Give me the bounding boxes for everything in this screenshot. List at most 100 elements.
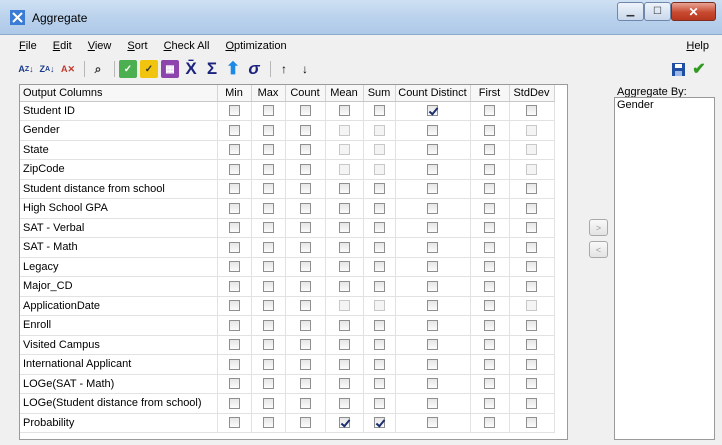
mean-checkbox[interactable] [338, 397, 350, 409]
stddev-icon[interactable]: σ [245, 59, 263, 78]
mean-checkbox[interactable] [338, 202, 350, 214]
count-distinct-checkbox[interactable] [427, 241, 438, 253]
column-name-cell[interactable]: International Applicant [20, 354, 218, 375]
stddev-checkbox[interactable] [526, 319, 537, 331]
min-checkbox[interactable] [228, 124, 240, 136]
column-name-cell[interactable]: Probability [20, 413, 218, 433]
count-checkbox[interactable] [299, 241, 311, 253]
min-checkbox[interactable] [228, 300, 240, 312]
count-distinct-checkbox[interactable] [427, 124, 438, 136]
column-name-cell[interactable]: High School GPA [20, 198, 218, 219]
max-checkbox[interactable] [262, 417, 274, 429]
stddev-checkbox[interactable] [526, 358, 537, 370]
first-checkbox[interactable] [484, 358, 495, 370]
sum-checkbox[interactable] [373, 261, 385, 273]
first-checkbox[interactable] [484, 300, 495, 312]
sum-icon[interactable]: Σ [203, 59, 221, 78]
sum-checkbox[interactable] [373, 378, 385, 390]
menu-optimization[interactable]: Optimization [217, 40, 294, 52]
stddev-checkbox[interactable] [526, 261, 537, 273]
mean-checkbox[interactable] [338, 417, 350, 429]
sum-checkbox[interactable] [373, 339, 385, 351]
sort-ascending-icon[interactable]: A Z ↓ [17, 60, 35, 78]
min-checkbox[interactable] [228, 319, 240, 331]
stddev-checkbox[interactable] [526, 339, 537, 351]
save-icon[interactable] [669, 60, 687, 78]
column-name-cell[interactable]: Major_CD [20, 276, 218, 297]
menu-help[interactable]: Help [678, 40, 715, 52]
column-name-cell[interactable]: Gender [20, 120, 218, 141]
sum-checkbox[interactable] [373, 241, 385, 253]
count-distinct-checkbox[interactable] [427, 202, 438, 214]
first-checkbox[interactable] [484, 241, 495, 253]
count-checkbox[interactable] [299, 417, 311, 429]
count-checkbox[interactable] [299, 300, 311, 312]
first-checkbox[interactable] [484, 397, 495, 409]
min-checkbox[interactable] [228, 261, 240, 273]
first-checkbox[interactable] [484, 417, 495, 429]
min-checkbox[interactable] [228, 378, 240, 390]
mean-checkbox[interactable] [338, 261, 350, 273]
menu-file[interactable]: File [7, 40, 45, 52]
count-checkbox[interactable] [299, 202, 311, 214]
first-checkbox[interactable] [484, 183, 495, 195]
first-checkbox[interactable] [484, 261, 495, 273]
max-checkbox[interactable] [262, 144, 274, 156]
sum-checkbox[interactable] [373, 358, 385, 370]
first-checkbox[interactable] [484, 202, 495, 214]
stddev-checkbox[interactable] [526, 280, 537, 292]
max-checkbox[interactable] [262, 378, 274, 390]
mean-checkbox[interactable] [338, 378, 350, 390]
column-header-min[interactable]: Min [217, 85, 252, 102]
minimize-button[interactable]: ▁ [617, 2, 644, 21]
max-checkbox[interactable] [262, 261, 274, 273]
column-name-cell[interactable]: Student distance from school [20, 179, 218, 199]
sum-checkbox[interactable] [373, 222, 385, 234]
column-name-cell[interactable]: Enroll [20, 315, 218, 336]
stddev-checkbox[interactable] [526, 105, 537, 117]
add-to-aggregate-button[interactable]: > [589, 219, 608, 236]
mean-checkbox[interactable] [338, 105, 350, 117]
count-checkbox[interactable] [299, 397, 311, 409]
column-header-first[interactable]: First [470, 85, 510, 102]
menu-edit[interactable]: Edit [45, 40, 80, 52]
mean-checkbox[interactable] [338, 358, 350, 370]
column-header-count[interactable]: Count [285, 85, 326, 102]
max-checkbox[interactable] [262, 319, 274, 331]
sum-checkbox[interactable] [373, 417, 385, 429]
menu-view[interactable]: View [80, 40, 120, 52]
first-checkbox[interactable] [484, 378, 495, 390]
column-header-mean[interactable]: Mean [325, 85, 364, 102]
max-checkbox[interactable] [262, 202, 274, 214]
clear-sort-icon[interactable]: A✕ [59, 60, 77, 78]
min-checkbox[interactable] [228, 358, 240, 370]
count-checkbox[interactable] [299, 261, 311, 273]
aggregate-by-list[interactable]: Gender [614, 97, 715, 440]
select-other-icon[interactable]: ▦ [161, 60, 179, 78]
sum-checkbox[interactable] [373, 183, 385, 195]
min-checkbox[interactable] [228, 202, 240, 214]
column-name-cell[interactable]: LOGe(Student distance from school) [20, 393, 218, 414]
sum-checkbox[interactable] [373, 397, 385, 409]
column-name-cell[interactable]: ApplicationDate [20, 296, 218, 316]
min-checkbox[interactable] [228, 280, 240, 292]
first-checkbox[interactable] [484, 280, 495, 292]
min-checkbox[interactable] [228, 183, 240, 195]
count-checkbox[interactable] [299, 163, 311, 175]
min-checkbox[interactable] [228, 144, 240, 156]
sum-checkbox[interactable] [373, 202, 385, 214]
column-header-output-columns[interactable]: Output Columns [20, 85, 218, 102]
count-distinct-checkbox[interactable] [427, 105, 438, 117]
column-name-cell[interactable]: Student ID [20, 101, 218, 121]
column-name-cell[interactable]: Legacy [20, 257, 218, 277]
count-distinct-checkbox[interactable] [427, 183, 438, 195]
max-checkbox[interactable] [262, 241, 274, 253]
stddev-checkbox[interactable] [526, 378, 537, 390]
count-distinct-checkbox[interactable] [427, 163, 438, 175]
max-checkbox[interactable] [262, 397, 274, 409]
count-distinct-checkbox[interactable] [427, 397, 438, 409]
mean-checkbox[interactable] [338, 222, 350, 234]
first-checkbox[interactable] [484, 144, 495, 156]
remove-from-aggregate-button[interactable]: < [589, 241, 608, 258]
count-checkbox[interactable] [299, 124, 311, 136]
